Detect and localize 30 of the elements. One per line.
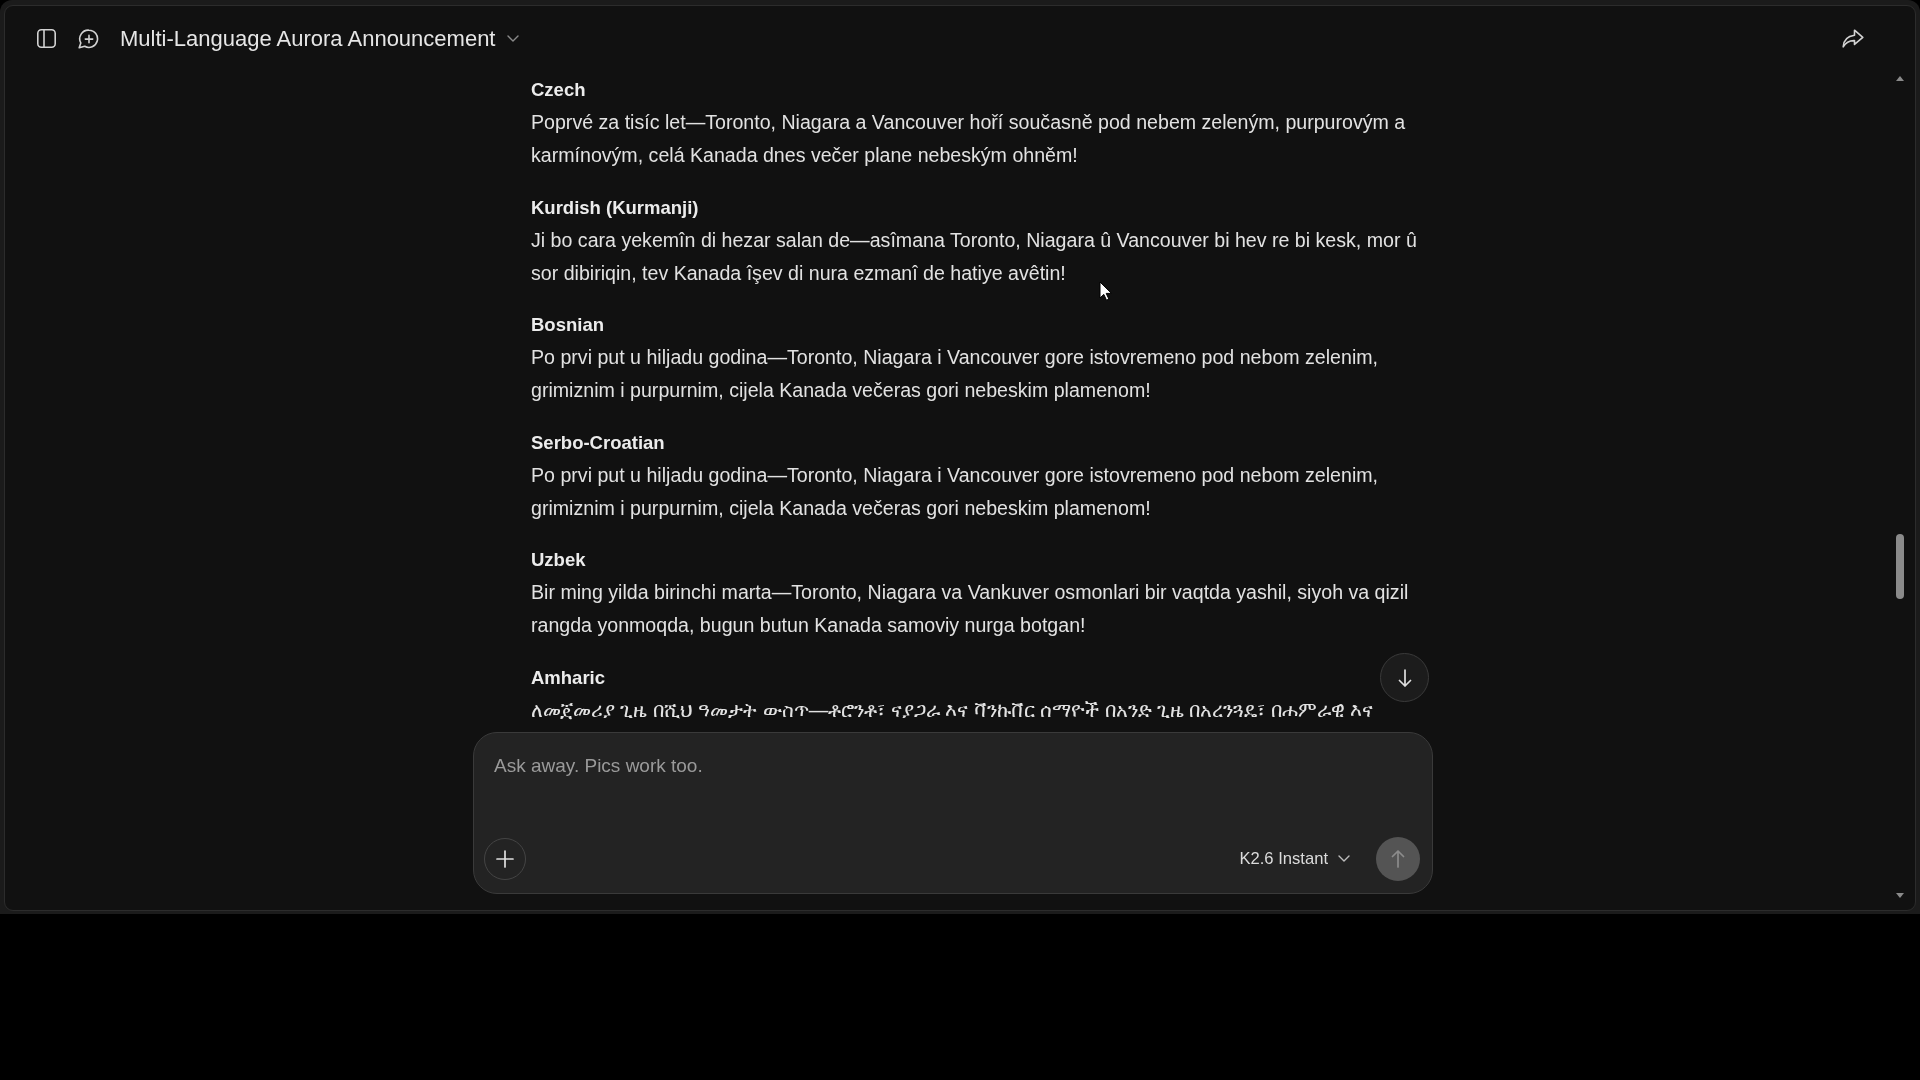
translation-text: Ji bo cara yekemîn di hezar salan de—asîmana Toronto, Niagara û Vancouver bi hev re bi kesk, mor û sor dibiriqin, tev Kanada îşev di nura ezmanî de hatiye avêtin! xyxy=(531,227,1418,286)
scroll-to-bottom-button[interactable] xyxy=(1380,653,1429,702)
model-selector[interactable]: K2.6 Instant xyxy=(1233,842,1356,876)
plus-icon xyxy=(496,850,514,868)
translation-text: ለመጀመሪያ ጊዜ በሺህ ዓመታት ውስጥ—ቶሮንቶ፣ ናያጋራ እና ቫንኩቨር ሰማዮች በአንድ ጊዜ በአረንጓዴ፣ በሐምራዊ እና xyxy=(531,697,1374,723)
language-heading: Serbo-Croatian xyxy=(531,430,665,455)
conversation-title[interactable]: Multi-Language Aurora Announcement xyxy=(112,18,526,59)
send-button[interactable] xyxy=(1376,837,1420,881)
arrow-up-icon xyxy=(1391,850,1405,868)
translation-text: Bir ming yilda birinchi marta—Toronto, Niagara va Vankuver osmonlari bir vaqtda yashil, siyoh va qizil rangda yonmoqda, bugun butun Kanada samoviy nurga botgan! xyxy=(531,580,1410,638)
scrollbar-thumb[interactable] xyxy=(1896,534,1904,599)
scroll-down-icon[interactable] xyxy=(1896,893,1904,898)
translation-text: Poprvé za tisíc let—Toronto, Niagara a Vancouver hoří současně pod nebem zeleným, purpurovým a karmínovým, celá Kanada dnes večer plane nebeským ohněm! xyxy=(531,110,1407,168)
language-heading: Czech xyxy=(531,78,586,102)
language-heading: Uzbek xyxy=(531,548,586,572)
language-heading: Bosnian xyxy=(531,313,604,337)
arrow-down-icon xyxy=(1397,668,1412,687)
chevron-down-icon xyxy=(1338,855,1350,863)
scroll-up-icon[interactable] xyxy=(1896,76,1904,81)
sidebar-icon xyxy=(36,29,56,48)
translation-text: Po prvi put u hiljadu godina—Toronto, Niagara i Vancouver gore istovremeno pod nebom zelenim, grimiznim i purpurnim, cijela Kanada večeras gori nebeskim plamenom! xyxy=(531,462,1379,521)
chat-plus-icon xyxy=(77,28,99,49)
chevron-down-icon xyxy=(507,35,520,42)
language-heading: Kurdish (Kurmanji) xyxy=(531,195,699,220)
message-input[interactable]: Ask away. Pics work too. xyxy=(474,733,1432,837)
mouse-cursor-icon xyxy=(1099,281,1112,301)
share-icon xyxy=(1842,29,1864,48)
language-heading: Amharic xyxy=(531,665,606,690)
message-composer[interactable]: Ask away. Pics work too. K2.6 Instant xyxy=(473,732,1433,894)
translation-text: Po prvi put u hiljadu godina—Toronto, Niagara i Vancouver gore istovremeno pod nebom zelenim, grimiznim i purpurnim, cijela Kanada večeras gori nebeskim plamenom! xyxy=(531,345,1379,403)
